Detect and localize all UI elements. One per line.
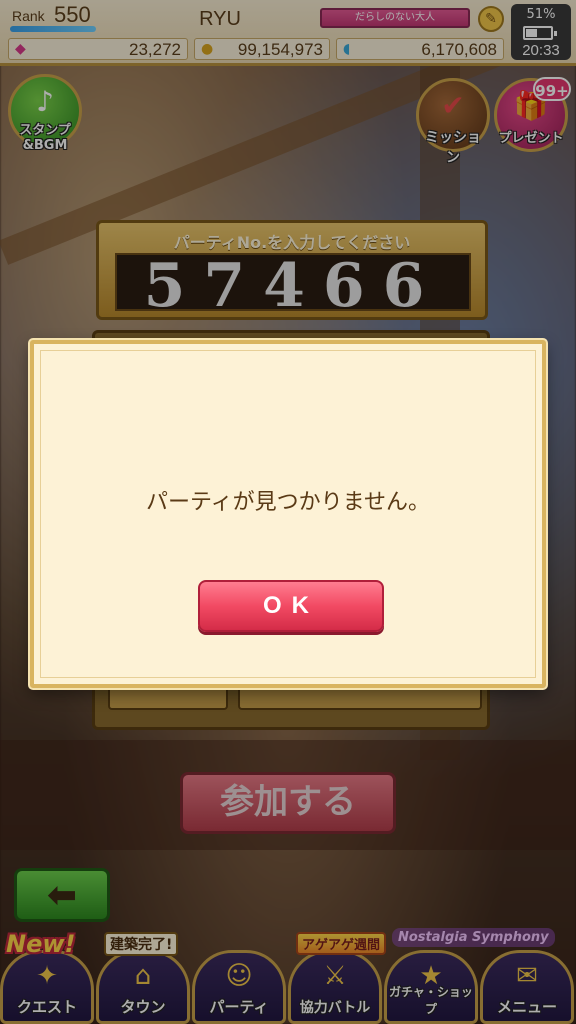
error-dialog: パーティが見つかりません。 OK [30,340,546,688]
ok-button[interactable]: OK [198,580,384,632]
dialog-message: パーティが見つかりません。 [145,490,431,515]
